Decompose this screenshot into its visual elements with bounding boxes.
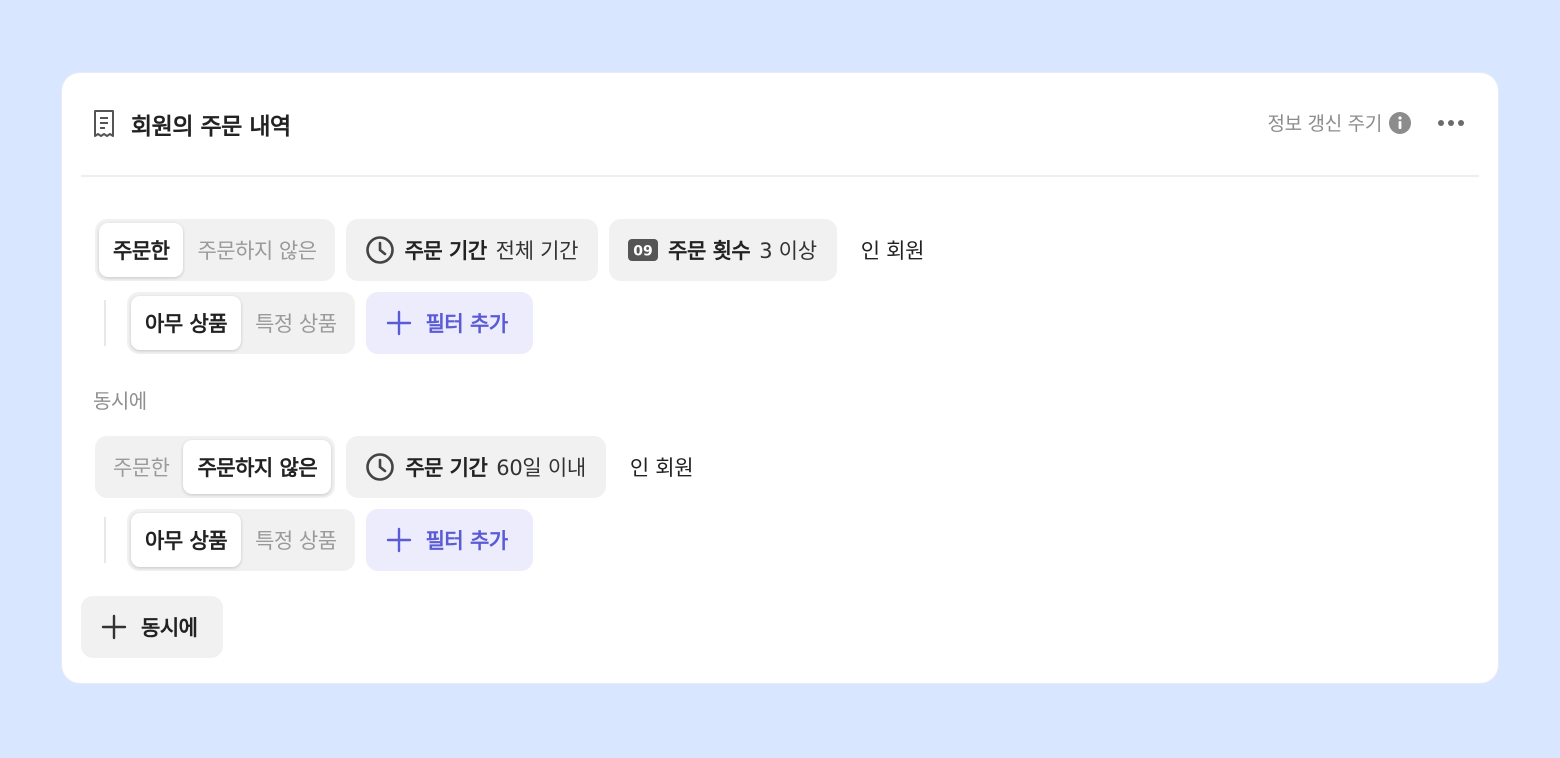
indent-line xyxy=(104,300,106,346)
header-divider xyxy=(81,175,1479,177)
order-count-value: 3 이상 xyxy=(759,239,817,263)
condition-row-2: 주문한 주문하지 않은 주문 기간 60일 이내 인 회원 xyxy=(95,436,694,498)
add-filter-label: 필터 추가 xyxy=(425,312,509,336)
title-wrap: 회원의 주문 내역 xyxy=(93,107,291,141)
indent-line xyxy=(104,517,106,563)
plus-icon xyxy=(101,614,141,640)
product-specific-option[interactable]: 특정 상품 xyxy=(241,513,350,567)
more-options-button[interactable] xyxy=(1438,119,1464,126)
card-header: 회원의 주문 내역 정보 갱신 주기 xyxy=(62,73,1498,175)
more-horizontal-icon-dot xyxy=(1458,119,1464,126)
header-actions: 정보 갱신 주기 xyxy=(1267,109,1464,136)
add-and-condition-button[interactable]: 동시에 xyxy=(81,596,224,658)
order-status-toggle: 주문한 주문하지 않은 xyxy=(95,436,336,498)
product-toggle: 아무 상품 특정 상품 xyxy=(127,292,355,354)
order-period-chip[interactable]: 주문 기간 전체 기간 xyxy=(345,219,599,281)
product-row-2: 아무 상품 특정 상품 필터 추가 xyxy=(104,509,533,571)
clock-icon xyxy=(365,452,405,482)
product-toggle: 아무 상품 특정 상품 xyxy=(127,509,355,571)
plus-icon xyxy=(386,527,426,553)
info-icon[interactable] xyxy=(1388,111,1412,135)
order-status-ordered-option[interactable]: 주문한 xyxy=(99,440,183,494)
member-suffix: 인 회원 xyxy=(860,239,925,263)
page-title: 회원의 주문 내역 xyxy=(131,114,291,140)
number-badge-icon: 09 xyxy=(628,239,668,261)
add-filter-button[interactable]: 필터 추가 xyxy=(365,509,533,571)
order-count-label: 주문 횟수 xyxy=(668,239,751,263)
receipt-icon xyxy=(93,109,115,139)
order-period-label: 주문 기간 xyxy=(404,239,488,263)
condition-row-1: 주문한 주문하지 않은 주문 기간 전체 기간 09 주문 횟수 3 이상 인 … xyxy=(95,219,924,281)
member-suffix: 인 회원 xyxy=(629,456,694,480)
order-history-card: 회원의 주문 내역 정보 갱신 주기 주문한 주문하지 않은 주문 기간 전체 … xyxy=(62,73,1498,683)
more-horizontal-icon-dot xyxy=(1438,119,1444,126)
add-filter-label: 필터 추가 xyxy=(425,529,509,553)
svg-text:09: 09 xyxy=(633,244,652,260)
and-connector-label: 동시에 xyxy=(93,389,147,413)
order-period-chip[interactable]: 주문 기간 60일 이내 xyxy=(346,436,606,498)
order-status-not-ordered-option[interactable]: 주문하지 않은 xyxy=(183,223,330,277)
order-count-chip[interactable]: 09 주문 횟수 3 이상 xyxy=(609,219,837,281)
product-any-option[interactable]: 아무 상품 xyxy=(131,296,242,350)
order-status-ordered-option[interactable]: 주문한 xyxy=(99,223,184,277)
order-period-value: 전체 기간 xyxy=(495,239,579,263)
product-any-option[interactable]: 아무 상품 xyxy=(131,513,242,567)
order-period-label: 주문 기간 xyxy=(405,456,488,480)
refresh-cycle-label: 정보 갱신 주기 xyxy=(1267,113,1382,135)
add-and-label: 동시에 xyxy=(141,616,198,640)
add-filter-button[interactable]: 필터 추가 xyxy=(365,292,533,354)
order-period-value: 60일 이내 xyxy=(496,456,586,480)
order-status-toggle: 주문한 주문하지 않은 xyxy=(95,219,335,281)
product-row-1: 아무 상품 특정 상품 필터 추가 xyxy=(104,292,533,354)
clock-icon xyxy=(365,235,405,265)
order-status-not-ordered-option[interactable]: 주문하지 않은 xyxy=(183,440,332,494)
more-horizontal-icon-dot xyxy=(1448,119,1454,126)
plus-icon xyxy=(386,310,426,336)
product-specific-option[interactable]: 특정 상품 xyxy=(241,296,350,350)
